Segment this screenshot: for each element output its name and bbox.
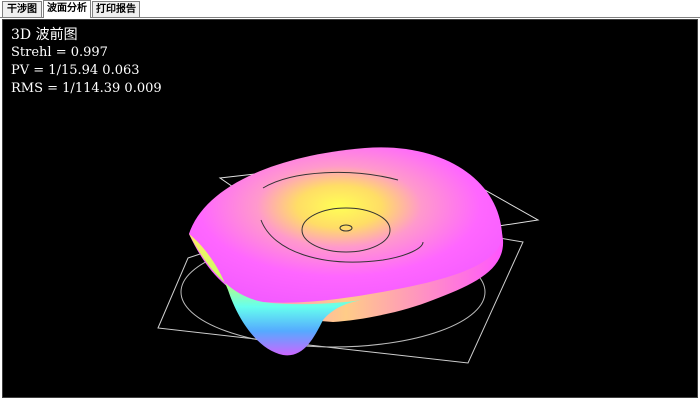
- tab-interferogram[interactable]: 干涉图: [2, 1, 42, 17]
- strehl-value: Strehl = 0.997: [11, 45, 108, 60]
- plot-title: 3D 波前图: [11, 27, 78, 43]
- rms-value: RMS = 1/114.39 0.009: [11, 81, 162, 96]
- tab-wavefront-analysis[interactable]: 波面分析: [43, 0, 91, 18]
- wavefront-3d-view[interactable]: 3D 波前图 Strehl = 0.997 PV = 1/15.94 0.063…: [2, 19, 698, 398]
- tab-print-report[interactable]: 打印报告: [92, 1, 140, 17]
- wavefront-info: 3D 波前图 Strehl = 0.997 PV = 1/15.94 0.063…: [11, 26, 162, 98]
- tab-bar: 干涉图 波面分析 打印报告: [0, 0, 700, 18]
- pv-value: PV = 1/15.94 0.063: [11, 63, 140, 78]
